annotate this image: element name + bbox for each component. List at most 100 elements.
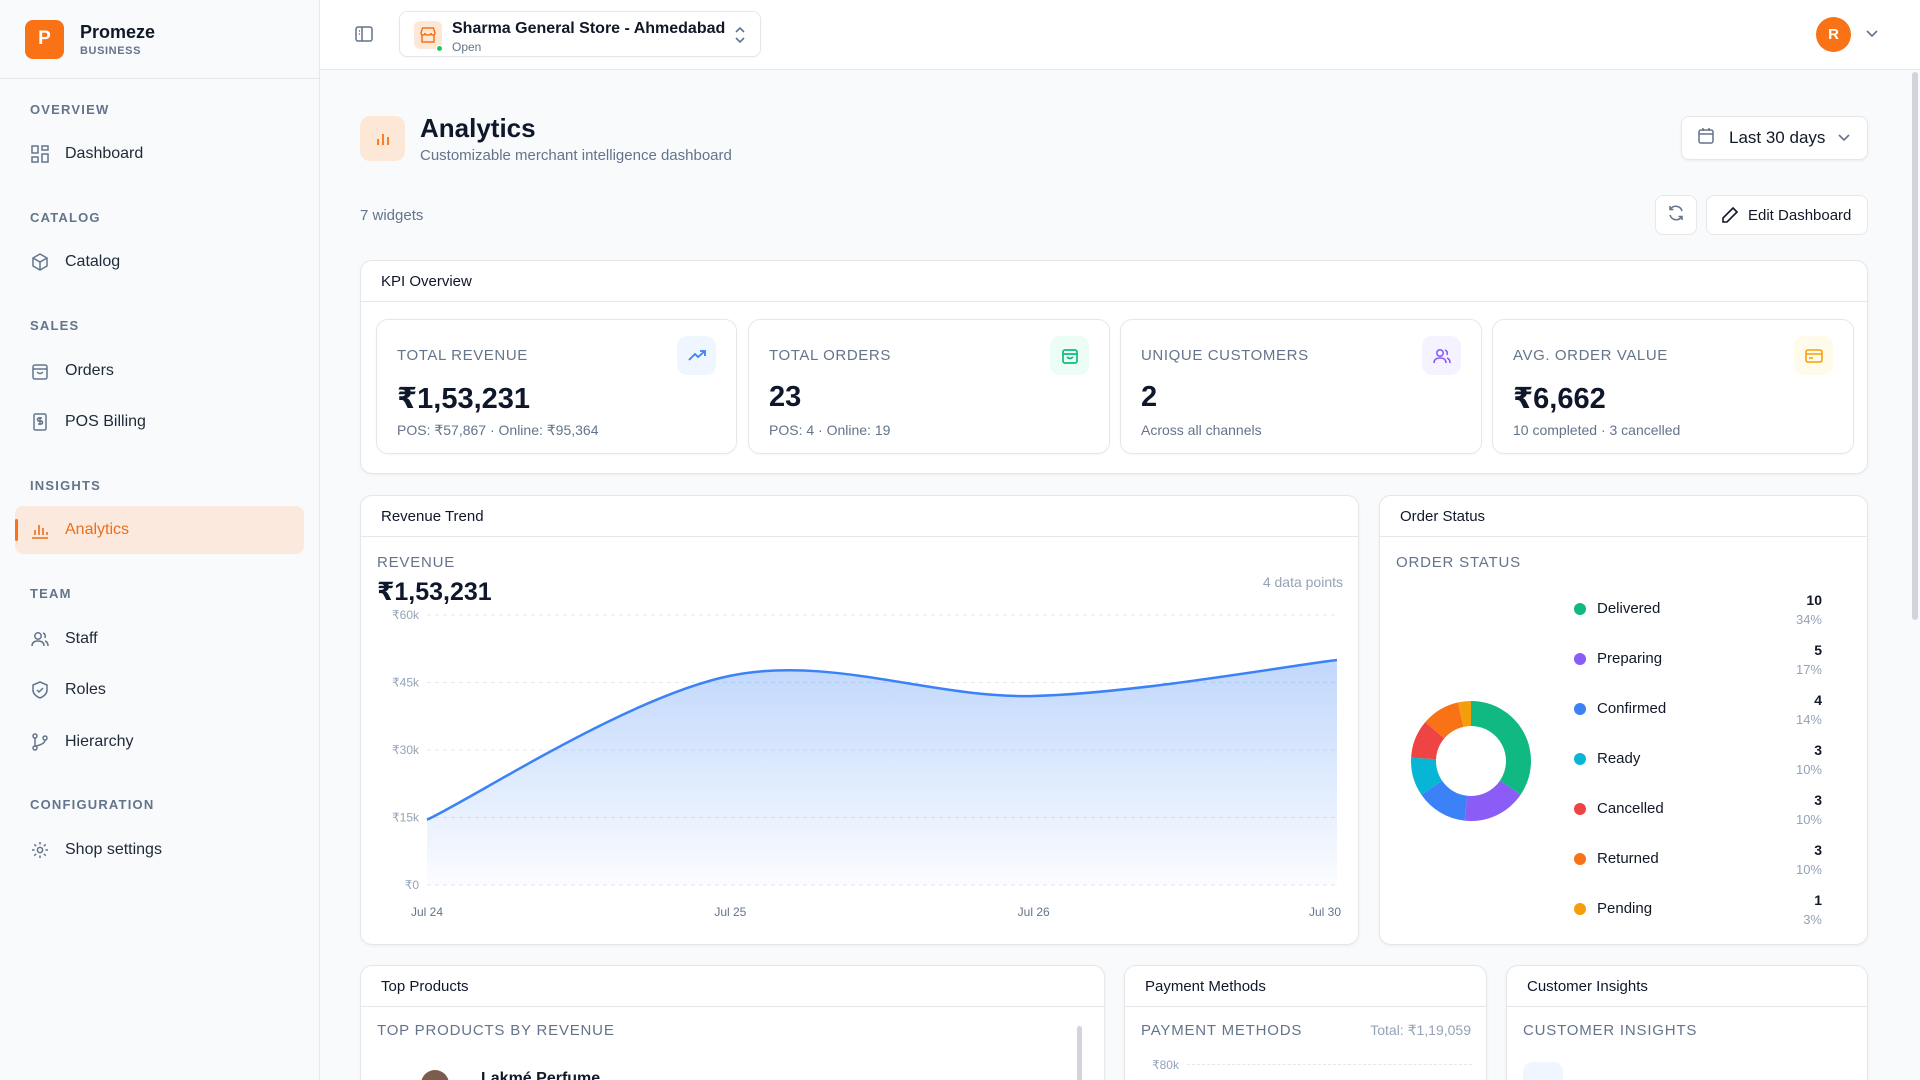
brand[interactable]: P Promeze BUSINESS — [0, 0, 319, 79]
y-tick-label: ₹15k — [392, 811, 420, 825]
legend-label: Delivered — [1597, 600, 1661, 617]
legend-label: Confirmed — [1597, 700, 1667, 717]
y-tick-label: ₹30k — [392, 743, 420, 757]
analytics-icon — [360, 116, 405, 161]
nav-section-sales: SALES — [30, 318, 80, 333]
page-subtitle: Customizable merchant intelligence dashb… — [420, 147, 732, 164]
sidebar-item-dashboard[interactable]: Dashboard — [15, 130, 304, 178]
sidebar-item-orders[interactable]: Orders — [15, 347, 304, 395]
top-product-name: Lakmé Perfume — [481, 1070, 601, 1080]
nav-section-overview: OVERVIEW — [30, 102, 110, 117]
kpi-sub: 10 completed · 3 cancelled — [1513, 422, 1681, 438]
y-tick-label: ₹0 — [405, 878, 420, 892]
order-status-card: Order Status ORDER STATUS Delivered 10 34%… — [1379, 495, 1868, 945]
kpi-value: 2 — [1141, 381, 1158, 413]
sidebar: P Promeze BUSINESS OVERVIEW Dashboard CA… — [0, 0, 320, 1080]
revenue-data-point[interactable] — [1031, 693, 1037, 699]
legend-label: Cancelled — [1597, 800, 1664, 817]
revenue-data-point[interactable] — [1334, 657, 1340, 663]
trending-up-icon — [677, 336, 716, 375]
legend-label: Preparing — [1597, 650, 1663, 667]
sidebar-item-roles[interactable]: Roles — [15, 666, 304, 714]
donut-slice-delivered[interactable] — [1471, 701, 1531, 795]
legend-dot — [1574, 903, 1586, 915]
sidebar-item-label: Dashboard — [65, 145, 144, 162]
legend-label: Pending — [1597, 900, 1653, 917]
grid-icon — [30, 144, 50, 164]
x-tick-label: Jul 25 — [714, 905, 746, 919]
date-range-select[interactable]: Last 30 days — [1681, 116, 1868, 160]
pencil-icon — [1722, 206, 1739, 223]
sidebar-item-hierarchy[interactable]: Hierarchy — [15, 718, 304, 766]
kpi-sub: POS: 4 · Online: 19 — [769, 422, 891, 438]
brand-logo: P — [25, 19, 64, 59]
y-tick-label: ₹80k — [1152, 1058, 1179, 1072]
revenue-area-fill — [427, 660, 1337, 885]
sidebar-item-shop-settings[interactable]: Shop settings — [15, 826, 304, 874]
widgets-count: 7 widgets — [360, 207, 424, 224]
users-icon — [30, 629, 50, 649]
list-scrollbar[interactable] — [1077, 1026, 1082, 1080]
brand-name: Promeze — [80, 21, 156, 42]
sidebar-item-pos-billing[interactable]: POS Billing — [15, 398, 304, 446]
payment-methods-total: Total: ₹1,19,059 — [1370, 1022, 1471, 1038]
chevron-up-down-icon — [732, 25, 748, 50]
avatar[interactable]: R — [1816, 17, 1851, 52]
sidebar-item-staff[interactable]: Staff — [15, 615, 304, 663]
legend-item-returned[interactable]: Returned 3 10% — [1574, 842, 1822, 894]
kpi-overview-title: KPI Overview — [361, 261, 1867, 302]
legend-item-preparing[interactable]: Preparing 5 17% — [1574, 642, 1822, 694]
chevron-down-icon[interactable] — [1865, 26, 1879, 45]
revenue-data-point[interactable] — [727, 673, 733, 679]
edit-dashboard-button[interactable]: Edit Dashboard — [1706, 195, 1868, 235]
legend-item-confirmed[interactable]: Confirmed 4 14% — [1574, 692, 1822, 744]
top-products-label: TOP PRODUCTS BY REVENUE — [377, 1022, 615, 1039]
calendar-icon — [1697, 127, 1715, 150]
legend-percent: 10% — [1795, 762, 1822, 777]
legend-percent: 14% — [1795, 712, 1822, 727]
legend-percent: 10% — [1795, 812, 1822, 827]
legend-item-pending[interactable]: Pending 1 3% — [1574, 892, 1822, 944]
payment-methods-title: Payment Methods — [1125, 966, 1486, 1007]
sidebar-item-catalog[interactable]: Catalog — [15, 238, 304, 286]
payment-methods-label: PAYMENT METHODS — [1141, 1022, 1303, 1039]
kpi-label: TOTAL REVENUE — [397, 347, 528, 364]
legend-count: 4 — [1814, 692, 1822, 708]
sidebar-item-label: Shop settings — [65, 841, 162, 858]
kpi-value: ₹1,53,231 — [397, 383, 531, 415]
sidebar-item-label: Analytics — [65, 521, 130, 538]
order-status-donut — [1411, 701, 1531, 821]
card-icon — [1794, 336, 1833, 375]
x-tick-label: Jul 24 — [411, 905, 443, 919]
store-status: Open — [452, 40, 482, 54]
nav-section-configuration: CONFIGURATION — [30, 797, 155, 812]
refresh-button[interactable] — [1655, 195, 1697, 235]
legend-count: 5 — [1814, 642, 1822, 658]
legend-dot — [1574, 703, 1586, 715]
kpi-card-avg-order-value: AVG. ORDER VALUE ₹6,662 10 completed · 3… — [1492, 319, 1854, 454]
legend-item-cancelled[interactable]: Cancelled 3 10% — [1574, 792, 1822, 844]
legend-item-delivered[interactable]: Delivered 10 34% — [1574, 592, 1822, 644]
nav-section-insights: INSIGHTS — [30, 478, 101, 493]
y-tick-label: ₹60k — [392, 608, 420, 622]
bag-icon — [1050, 336, 1089, 375]
x-tick-label: Jul 26 — [1018, 905, 1050, 919]
legend-item-ready[interactable]: Ready 3 10% — [1574, 742, 1822, 794]
insight-users-icon — [1523, 1062, 1563, 1080]
legend-count: 3 — [1814, 742, 1822, 758]
order-status-label: ORDER STATUS — [1396, 554, 1521, 571]
bag-icon — [30, 361, 50, 381]
store-open-dot — [436, 45, 443, 52]
sidebar-item-label: Staff — [65, 630, 98, 647]
store-selector[interactable]: Sharma General Store - Ahmedabad Open — [399, 11, 761, 57]
page-scrollbar[interactable] — [1912, 72, 1918, 620]
kpi-label: TOTAL ORDERS — [769, 347, 891, 364]
product-thumbnail — [421, 1070, 449, 1080]
sidebar-item-analytics[interactable]: Analytics — [15, 506, 304, 554]
sidebar-toggle-icon[interactable] — [354, 24, 376, 46]
kpi-label: UNIQUE CUSTOMERS — [1141, 347, 1309, 364]
date-range-label: Last 30 days — [1729, 128, 1826, 147]
legend-count: 3 — [1814, 842, 1822, 858]
revenue-data-point[interactable] — [424, 817, 430, 823]
revenue-trend-title: Revenue Trend — [361, 496, 1358, 537]
